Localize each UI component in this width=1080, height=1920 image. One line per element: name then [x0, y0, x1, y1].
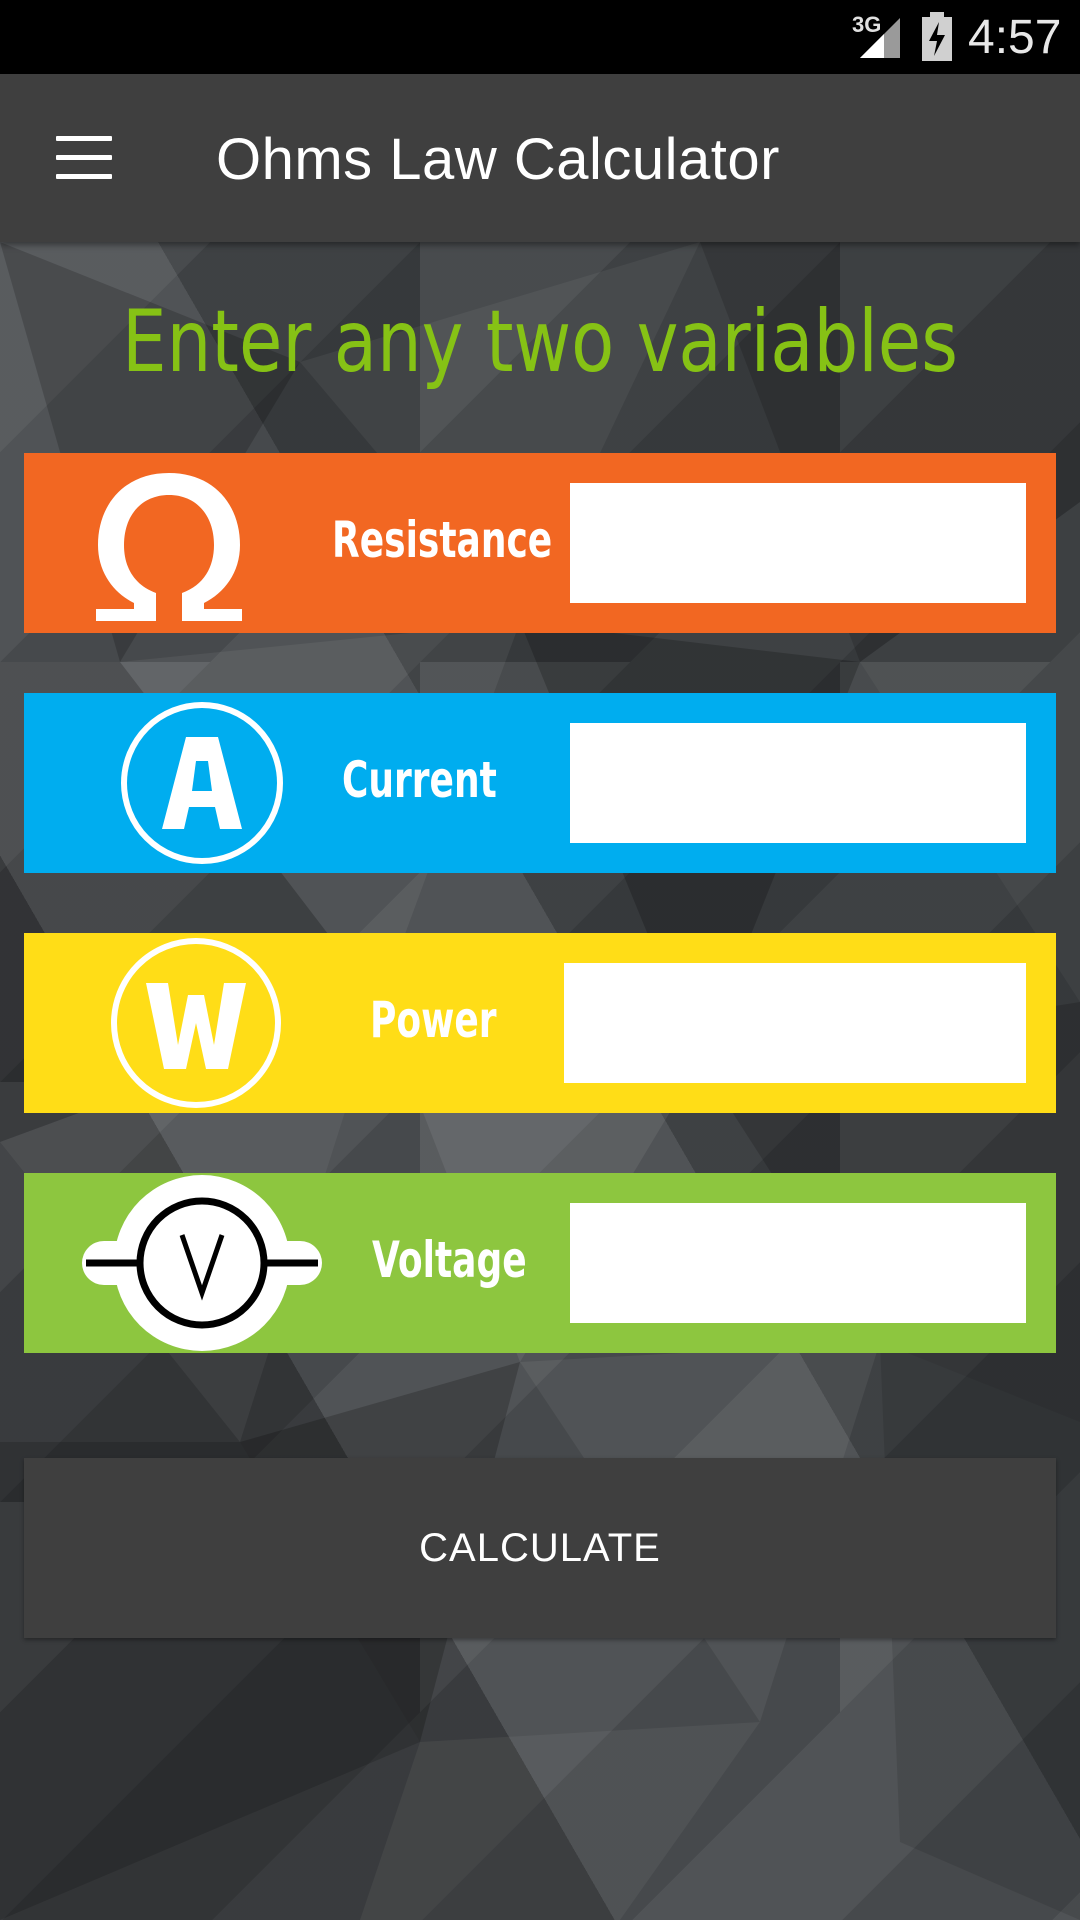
clock: 4:57	[968, 11, 1062, 64]
power-row: Power	[24, 933, 1056, 1113]
voltage-input[interactable]	[570, 1203, 1026, 1323]
app-bar: Ohms Law Calculator	[0, 74, 1080, 242]
battery-charging-icon	[922, 12, 952, 61]
resistance-row: Resistance	[24, 453, 1056, 633]
hamburger-menu-icon[interactable]	[40, 122, 130, 194]
resistance-label: Resistance	[332, 511, 553, 569]
watt-icon	[111, 938, 281, 1108]
resistance-input[interactable]	[570, 483, 1026, 603]
current-label: Current	[342, 751, 497, 809]
current-row: Current	[24, 693, 1056, 873]
signal-strength-icon	[860, 18, 900, 58]
power-label: Power	[370, 991, 497, 1049]
omega-icon	[96, 473, 242, 621]
app-title: Ohms Law Calculator	[216, 127, 780, 192]
ampere-icon	[121, 702, 283, 864]
calculate-button[interactable]: CALCULATE	[24, 1458, 1056, 1638]
instruction-heading: Enter any two variables	[122, 292, 958, 392]
voltage-row: Voltage	[24, 1173, 1056, 1353]
power-input[interactable]	[564, 963, 1026, 1083]
status-bar: 3G 4:57	[0, 0, 1080, 74]
voltmeter-icon	[82, 1175, 322, 1351]
current-input[interactable]	[570, 723, 1026, 843]
voltage-label: Voltage	[372, 1231, 527, 1289]
